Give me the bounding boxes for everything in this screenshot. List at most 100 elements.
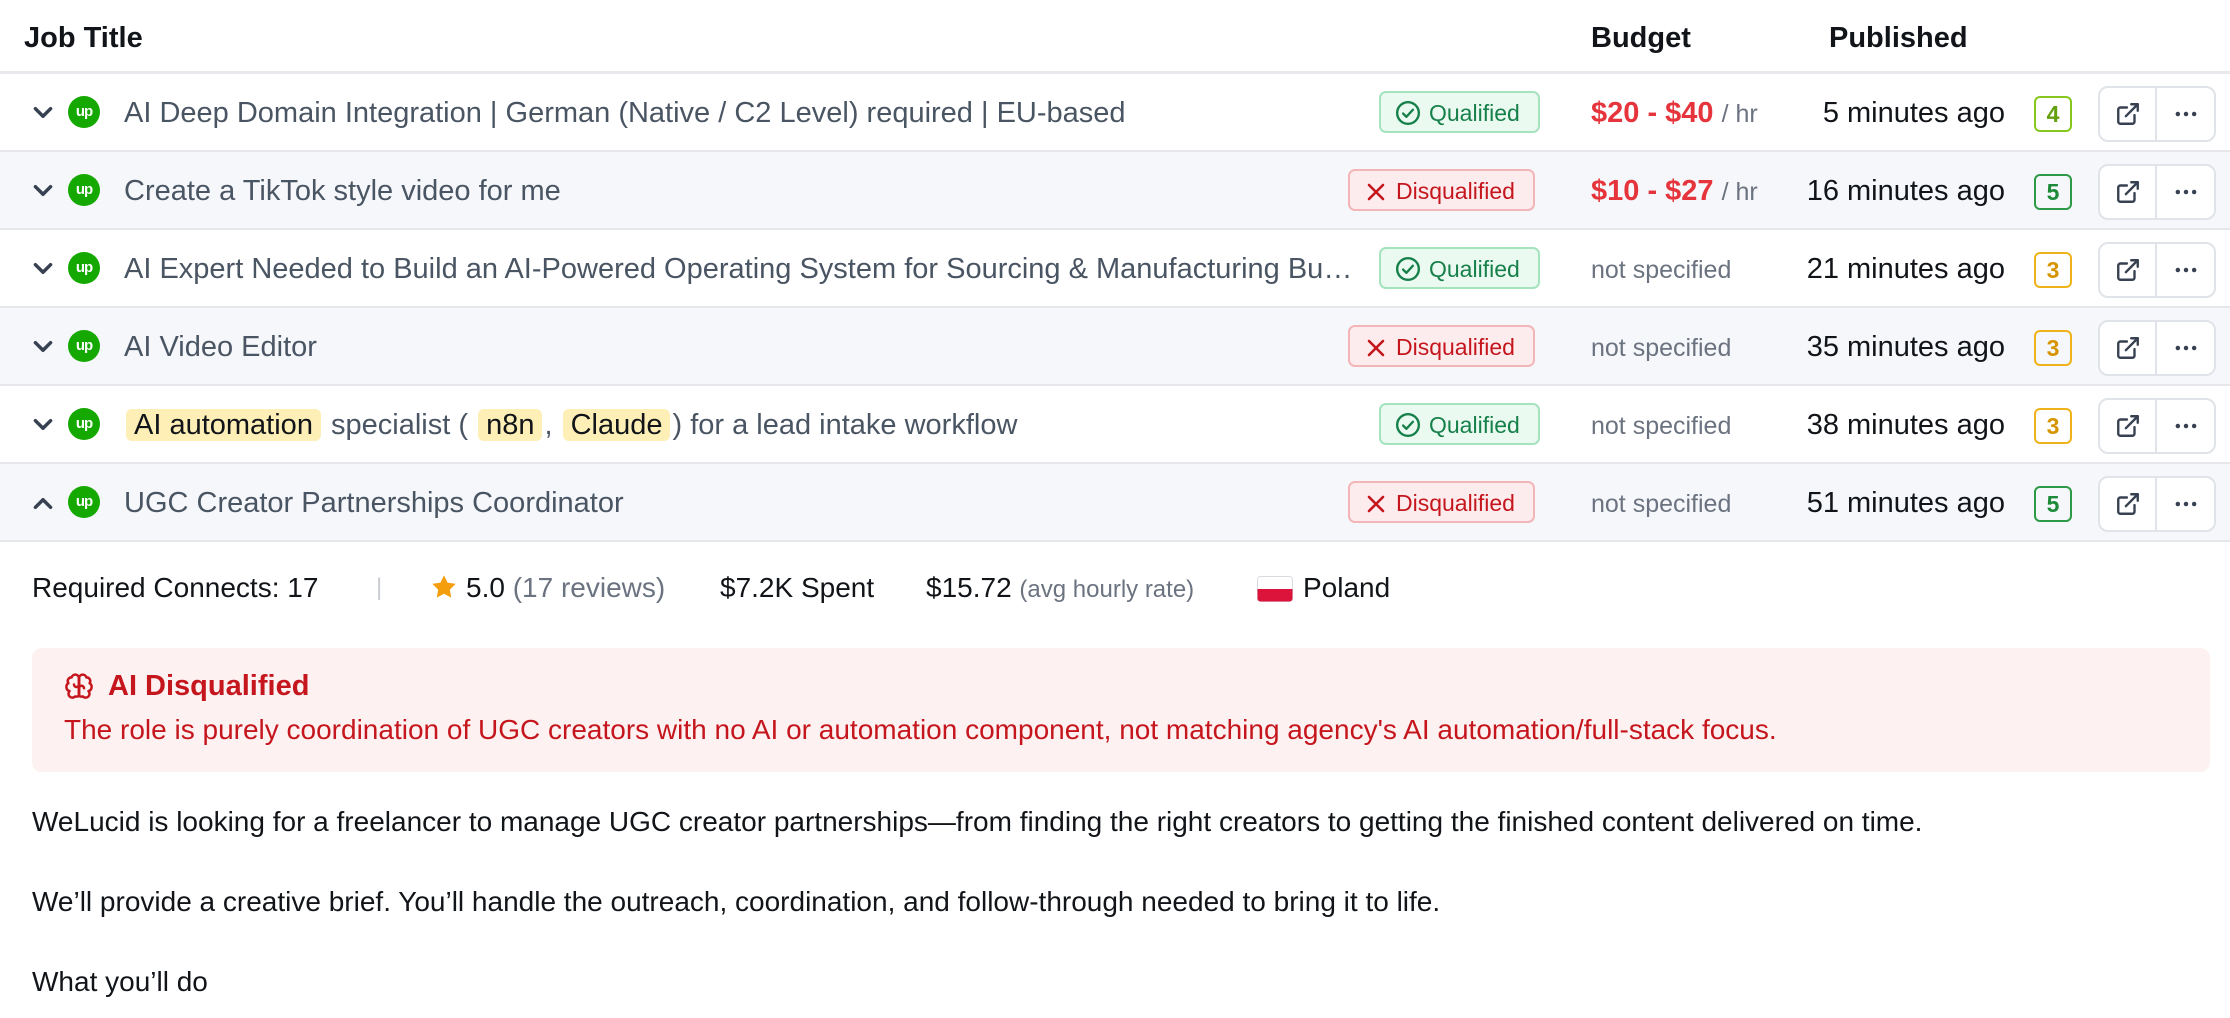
upwork-logo-icon: up <box>68 96 100 128</box>
avg-rate-label: (avg hourly rate) <box>1019 576 1195 603</box>
review-count: (17 reviews) <box>512 572 666 603</box>
job-row[interactable]: up AI automation specialist ( n8n, Claude… <box>0 386 2230 464</box>
more-horizontal-icon <box>2175 423 2196 429</box>
title-text: Create a TikTok style video for me <box>124 175 561 207</box>
budget-not-specified: not specified <box>1591 490 1732 518</box>
published-time: 51 minutes ago <box>1806 487 2005 519</box>
x-icon <box>1367 339 1385 357</box>
job-row[interactable]: up AI Expert Needed to Build an AI-Powere… <box>0 230 2230 308</box>
more-actions-button[interactable] <box>2157 322 2214 374</box>
job-title[interactable]: AI Video Editor <box>124 328 1364 366</box>
avg-rate-value: $15.72 <box>926 572 1012 603</box>
job-description-heading: What you’ll do <box>32 966 208 997</box>
title-text: AI Deep Domain Integration | German (Nat… <box>124 97 1126 129</box>
budget: not specified <box>1591 484 1731 522</box>
more-horizontal-icon <box>2175 111 2196 117</box>
more-horizontal-icon <box>2175 267 2196 273</box>
job-description-paragraph: WeLucid is looking for a freelancer to m… <box>32 806 1923 837</box>
chevron-down-icon[interactable] <box>30 100 56 126</box>
more-actions-button[interactable] <box>2157 478 2214 530</box>
status-badge: Qualified <box>1379 403 1540 445</box>
open-job-button[interactable] <box>2100 400 2158 452</box>
title-keyword-highlight: AI automation <box>126 409 321 441</box>
ai-verdict-panel: AI Disqualified The role is purely coord… <box>32 648 2210 772</box>
status-badge: Qualified <box>1379 247 1540 289</box>
row-actions <box>2098 86 2216 142</box>
score-badge: 5 <box>2034 486 2072 522</box>
title-text: AI Expert Needed to Build an AI-Powered … <box>124 253 1364 285</box>
job-row[interactable]: up AI Video Editor Disqualified not specifi… <box>0 308 2230 386</box>
more-actions-button[interactable] <box>2157 88 2214 140</box>
score-badge: 3 <box>2034 252 2072 288</box>
chevron-down-icon[interactable] <box>30 178 56 204</box>
stats-separator: | <box>376 574 383 601</box>
external-link-icon <box>2116 259 2139 281</box>
budget-not-specified: not specified <box>1591 256 1732 284</box>
more-actions-button[interactable] <box>2157 400 2214 452</box>
chevron-up-icon[interactable] <box>30 490 56 516</box>
published-time: 21 minutes ago <box>1806 253 2005 285</box>
open-job-button[interactable] <box>2100 322 2158 374</box>
title-text: specialist ( <box>322 409 477 441</box>
upwork-logo-icon: up <box>68 330 100 362</box>
client-country: Poland <box>1257 566 1390 610</box>
country-name: Poland <box>1303 572 1391 603</box>
external-link-icon <box>2116 337 2139 359</box>
more-actions-button[interactable] <box>2157 166 2214 218</box>
client-rating: 5.0 (17 reviews) <box>430 566 665 610</box>
published-time: 5 minutes ago <box>1822 97 2005 129</box>
status-label: Qualified <box>1429 256 1520 282</box>
open-job-button[interactable] <box>2100 478 2158 530</box>
job-title[interactable]: UGC Creator Partnerships Coordinator <box>124 484 1364 522</box>
budget-range: $10 - $27 <box>1591 175 1714 207</box>
status-label: Qualified <box>1429 412 1520 438</box>
open-job-button[interactable] <box>2100 88 2158 140</box>
budget-range: $20 - $40 <box>1591 97 1714 129</box>
required-connects: Required Connects: 17 <box>32 572 319 603</box>
chevron-down-icon[interactable] <box>30 334 56 360</box>
ai-verdict-reason: The role is purely coordination of UGC c… <box>64 714 1777 745</box>
published-time: 16 minutes ago <box>1806 175 2005 207</box>
budget-not-specified: not specified <box>1591 334 1732 362</box>
status-badge: Disqualified <box>1348 325 1535 367</box>
title-keyword-highlight: n8n <box>478 409 543 441</box>
job-row[interactable]: up UGC Creator Partnerships Coordinator Di… <box>0 464 2230 542</box>
score-badge: 4 <box>2034 96 2072 132</box>
budget: $20 - $40 / hr <box>1591 94 1758 132</box>
more-actions-button[interactable] <box>2157 244 2214 296</box>
external-link-icon <box>2116 415 2139 437</box>
job-title[interactable]: Create a TikTok style video for me <box>124 172 1364 210</box>
job-row[interactable]: up Create a TikTok style video for me Disq… <box>0 152 2230 230</box>
column-budget[interactable]: Budget <box>1591 22 1691 55</box>
column-job-title[interactable]: Job Title <box>24 22 143 55</box>
chevron-down-icon[interactable] <box>30 412 56 438</box>
table-header: Job Title Budget Published <box>0 0 2230 74</box>
upwork-logo-icon: up <box>68 408 100 440</box>
ai-verdict-title: AI Disqualified <box>108 670 310 702</box>
open-job-button[interactable] <box>2100 244 2158 296</box>
open-job-button[interactable] <box>2100 166 2158 218</box>
row-actions <box>2098 476 2216 532</box>
check-circle-icon <box>1395 412 1421 438</box>
status-badge: Disqualified <box>1348 169 1535 211</box>
row-actions <box>2098 320 2216 376</box>
column-published[interactable]: Published <box>1829 22 1968 55</box>
title-text: AI Video Editor <box>124 331 317 363</box>
check-circle-icon <box>1395 100 1421 126</box>
job-title[interactable]: AI Expert Needed to Build an AI-Powered … <box>124 250 1364 288</box>
budget: not specified <box>1591 406 1731 444</box>
budget-not-specified: not specified <box>1591 412 1732 440</box>
upwork-logo-icon: up <box>68 252 100 284</box>
status-label: Disqualified <box>1396 490 1515 516</box>
job-description-paragraph: We’ll provide a creative brief. You’ll h… <box>32 886 1441 917</box>
job-title[interactable]: AI automation specialist ( n8n, Claude) … <box>124 406 1364 444</box>
status-label: Qualified <box>1429 100 1520 126</box>
budget-unit: / hr <box>1721 100 1758 128</box>
job-title[interactable]: AI Deep Domain Integration | German (Nat… <box>124 94 1364 132</box>
star-icon <box>432 575 456 598</box>
score-badge: 5 <box>2034 174 2072 210</box>
row-actions <box>2098 164 2216 220</box>
job-row[interactable]: up AI Deep Domain Integration | German (N… <box>0 74 2230 152</box>
brain-icon <box>65 673 93 699</box>
chevron-down-icon[interactable] <box>30 256 56 282</box>
